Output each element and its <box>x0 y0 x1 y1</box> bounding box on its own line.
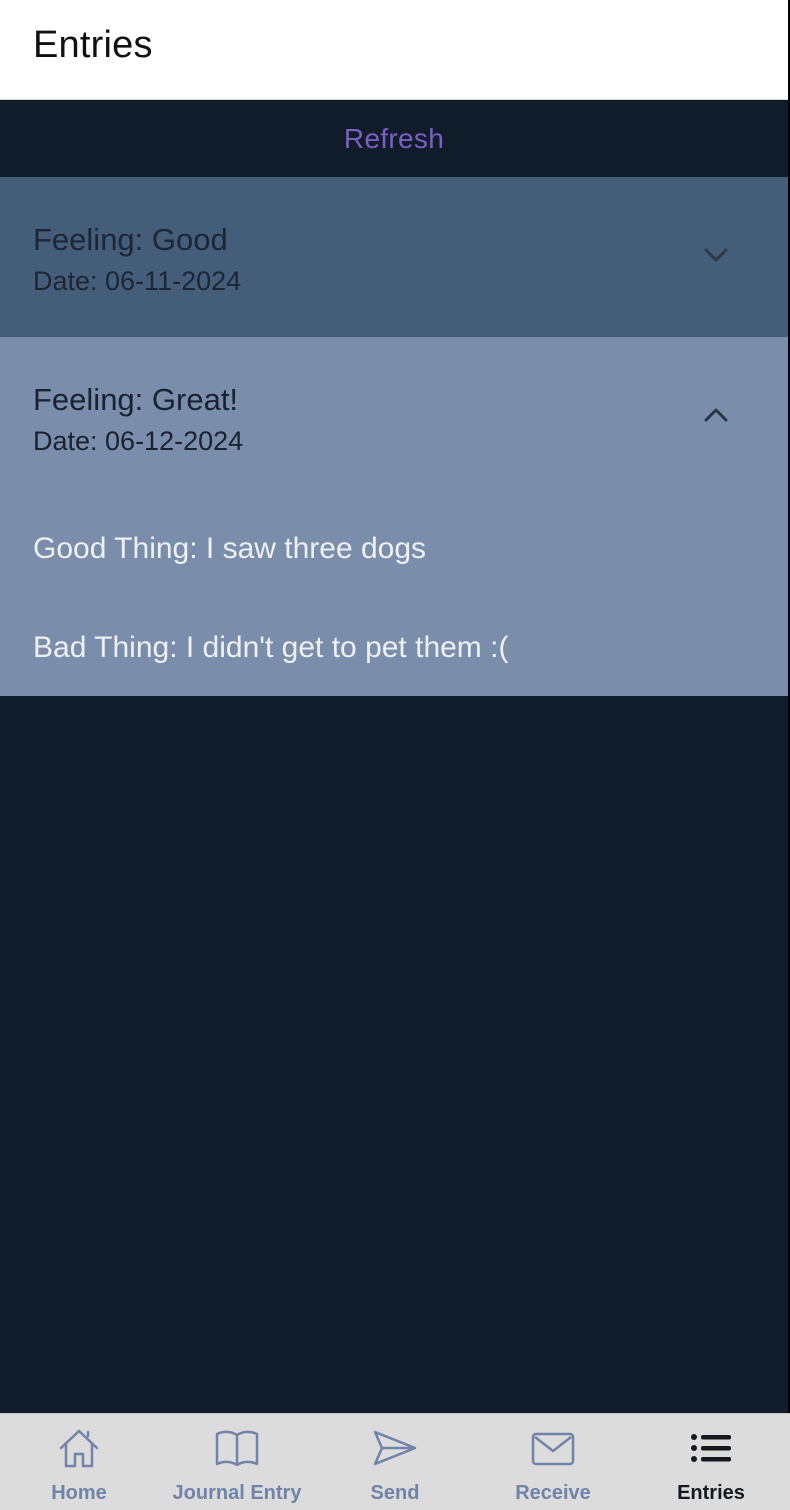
page-title: Entries <box>33 24 153 66</box>
tab-home[interactable]: Home <box>0 1414 158 1510</box>
chevron-up-icon[interactable] <box>700 403 732 427</box>
tab-entries[interactable]: Entries <box>632 1414 790 1510</box>
entry-item: Feeling: Great! Date: 06-12-2024 Good Th… <box>0 337 788 696</box>
send-icon <box>373 1430 417 1466</box>
entry-good-thing: Good Thing: I saw three dogs <box>33 532 427 565</box>
tab-label: Entries <box>677 1482 745 1504</box>
entry-item: Feeling: Good Date: 06-11-2024 <box>0 177 788 337</box>
tab-label: Home <box>51 1482 107 1504</box>
entry-feeling: Feeling: Great! <box>33 382 239 417</box>
entry-header[interactable]: Feeling: Good Date: 06-11-2024 <box>0 177 788 337</box>
list-icon <box>691 1434 731 1462</box>
entry-header[interactable]: Feeling: Great! Date: 06-12-2024 <box>0 337 788 497</box>
tab-label: Send <box>370 1482 420 1504</box>
bottom-tab-bar: Home Journal Entry Send Receive Entries <box>0 1413 790 1510</box>
mail-icon <box>531 1432 575 1466</box>
app-root: Entries Refresh Feeling: Good Date: 06-1… <box>0 0 790 1510</box>
chevron-down-icon[interactable] <box>700 243 732 267</box>
header: Entries <box>0 0 790 100</box>
book-icon <box>215 1430 259 1467</box>
entry-feeling: Feeling: Good <box>33 222 228 257</box>
refresh-label: Refresh <box>343 123 445 154</box>
tab-send[interactable]: Send <box>316 1414 474 1510</box>
entry-date: Date: 06-12-2024 <box>33 426 244 456</box>
tab-label: Receive <box>515 1482 591 1504</box>
entry-date: Date: 06-11-2024 <box>33 266 242 296</box>
tab-journal-entry[interactable]: Journal Entry <box>158 1414 316 1510</box>
tab-receive[interactable]: Receive <box>474 1414 632 1510</box>
refresh-button[interactable]: Refresh <box>0 101 788 177</box>
home-icon <box>59 1429 99 1468</box>
entry-bad-thing: Bad Thing: I didn't get to pet them :( <box>33 631 509 664</box>
tab-label: Journal Entry <box>172 1482 302 1504</box>
